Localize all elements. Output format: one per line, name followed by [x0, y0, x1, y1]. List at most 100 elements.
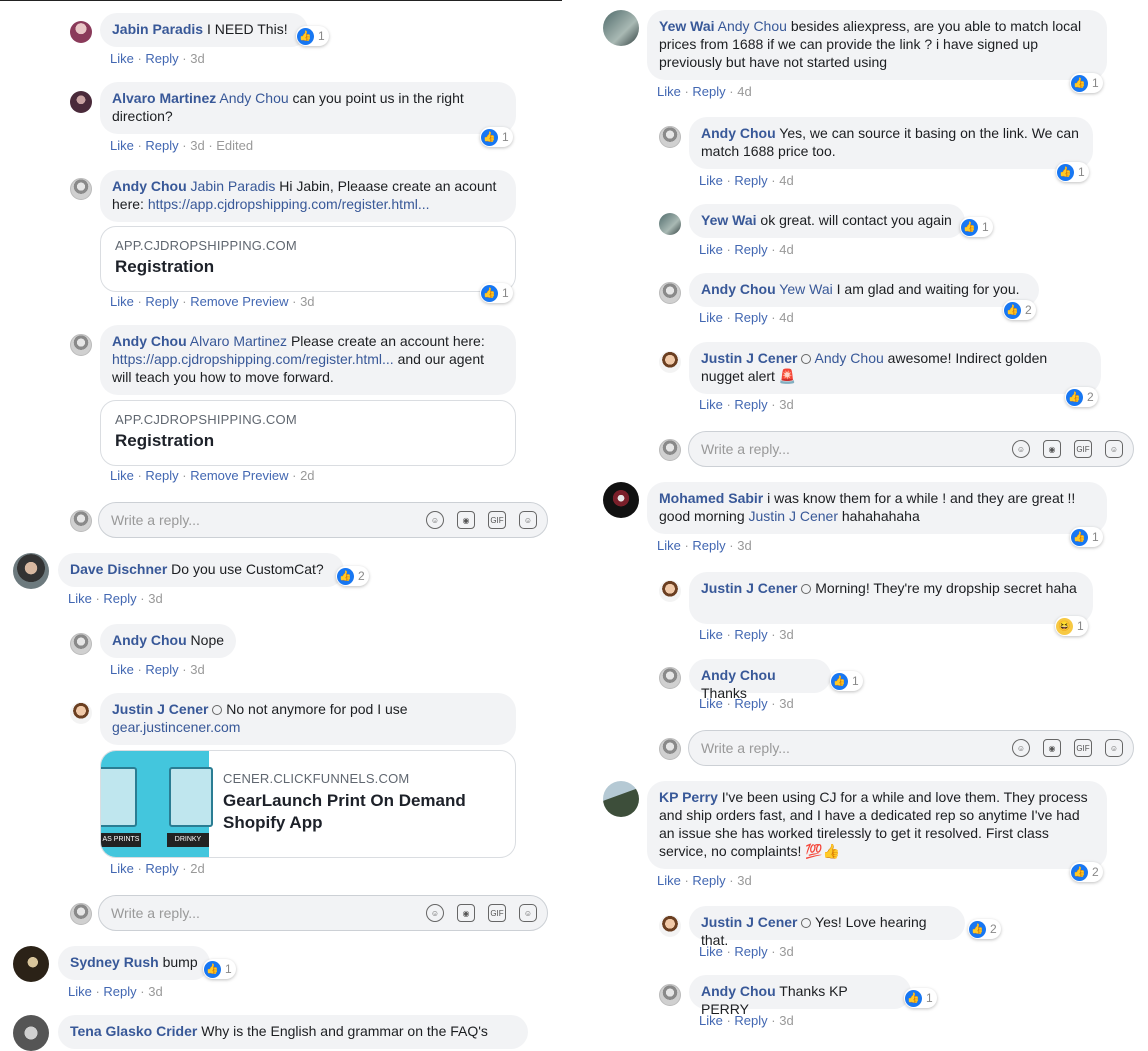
reply-link[interactable]: Reply: [692, 538, 725, 553]
link-preview[interactable]: APP.CJDROPSHIPPING.COM Registration: [100, 226, 516, 292]
avatar[interactable]: [659, 213, 681, 235]
timestamp[interactable]: 3d: [779, 1013, 793, 1028]
avatar[interactable]: [70, 21, 92, 43]
author-name[interactable]: Alvaro Martinez: [112, 90, 216, 106]
avatar[interactable]: [659, 580, 681, 602]
reaction-count[interactable]: 👍 1: [830, 671, 863, 691]
reply-input[interactable]: Write a reply... ☺ ◉ GIF ☺: [98, 502, 548, 538]
like-link[interactable]: Like: [657, 873, 681, 888]
reply-link[interactable]: Reply: [145, 468, 178, 483]
gif-icon[interactable]: GIF: [1074, 440, 1092, 458]
like-link[interactable]: Like: [699, 397, 723, 412]
like-link[interactable]: Like: [699, 173, 723, 188]
like-link[interactable]: Like: [699, 944, 723, 959]
author-name[interactable]: Justin J Cener: [701, 914, 797, 930]
reaction-count[interactable]: 👍 1: [1056, 162, 1089, 182]
emoji-icon[interactable]: ☺: [426, 904, 444, 922]
author-name[interactable]: Andy Chou: [701, 983, 776, 999]
sticker-icon[interactable]: ☺: [519, 904, 537, 922]
reply-input[interactable]: Write a reply... ☺ ◉ GIF ☺: [98, 895, 548, 931]
reaction-count[interactable]: 👍 1: [480, 127, 513, 147]
avatar[interactable]: [659, 282, 681, 304]
reaction-count[interactable]: 👍 1: [904, 988, 937, 1008]
timestamp[interactable]: 4d: [779, 310, 793, 325]
reaction-count[interactable]: 👍 1: [960, 217, 993, 237]
reaction-count[interactable]: 👍 1: [1070, 527, 1103, 547]
reply-link[interactable]: Reply: [103, 591, 136, 606]
reply-input[interactable]: Write a reply... ☺ ◉ GIF ☺: [688, 730, 1134, 766]
like-link[interactable]: Like: [699, 310, 723, 325]
remove-preview-link[interactable]: Remove Preview: [190, 468, 288, 483]
like-link[interactable]: Like: [110, 468, 134, 483]
camera-icon[interactable]: ◉: [457, 511, 475, 529]
avatar[interactable]: [659, 915, 681, 937]
reaction-count[interactable]: 👍 2: [1070, 862, 1103, 882]
mention-link[interactable]: Alvaro Martinez: [190, 333, 287, 349]
reply-link[interactable]: Reply: [734, 627, 767, 642]
reply-link[interactable]: Reply: [103, 984, 136, 999]
link-preview[interactable]: APP.CJDROPSHIPPING.COM Registration: [100, 400, 516, 466]
like-link[interactable]: Like: [657, 538, 681, 553]
emoji-icon[interactable]: ☺: [1012, 440, 1030, 458]
avatar[interactable]: [659, 667, 681, 689]
author-name[interactable]: Andy Chou: [701, 125, 776, 141]
reply-input[interactable]: Write a reply... ☺ ◉ GIF ☺: [688, 431, 1134, 467]
emoji-icon[interactable]: ☺: [1012, 739, 1030, 757]
avatar[interactable]: [70, 702, 92, 724]
mention-link[interactable]: Andy Chou: [219, 90, 288, 106]
author-name[interactable]: Mohamed Sabir: [659, 490, 763, 506]
reply-link[interactable]: Reply: [692, 84, 725, 99]
author-name[interactable]: Sydney Rush: [70, 954, 159, 970]
like-link[interactable]: Like: [699, 1013, 723, 1028]
camera-icon[interactable]: ◉: [1043, 440, 1061, 458]
reply-link[interactable]: Reply: [734, 1013, 767, 1028]
timestamp[interactable]: 3d: [148, 591, 162, 606]
avatar[interactable]: [603, 482, 639, 518]
remove-preview-link[interactable]: Remove Preview: [190, 294, 288, 309]
timestamp[interactable]: 3d: [737, 538, 751, 553]
author-name[interactable]: Andy Chou: [112, 333, 187, 349]
reaction-count[interactable]: 👍 2: [336, 566, 369, 586]
avatar[interactable]: [603, 10, 639, 46]
avatar[interactable]: [70, 91, 92, 113]
author-name[interactable]: Yew Wai: [701, 212, 757, 228]
author-name[interactable]: Jabin Paradis: [112, 21, 203, 37]
reaction-count[interactable]: 👍 1: [1070, 73, 1103, 93]
timestamp[interactable]: 4d: [737, 84, 751, 99]
like-link[interactable]: Like: [68, 984, 92, 999]
reply-link[interactable]: Reply: [145, 294, 178, 309]
comment-link[interactable]: gear.justincener.com: [112, 719, 240, 735]
reaction-count[interactable]: 👍 1: [296, 26, 329, 46]
mention-link[interactable]: Andy Chou: [718, 18, 787, 34]
avatar[interactable]: [13, 553, 49, 589]
reply-link[interactable]: Reply: [145, 662, 178, 677]
link-preview[interactable]: AS PRINTS DRINKY CENER.CLICKFUNNELS.COM …: [100, 750, 516, 858]
avatar[interactable]: [603, 781, 639, 817]
like-link[interactable]: Like: [110, 51, 134, 66]
timestamp[interactable]: 3d: [300, 294, 314, 309]
timestamp[interactable]: 3d: [190, 138, 204, 153]
gif-icon[interactable]: GIF: [488, 904, 506, 922]
reply-link[interactable]: Reply: [145, 861, 178, 876]
like-link[interactable]: Like: [699, 627, 723, 642]
comment-link[interactable]: https://app.cjdropshipping.com/register.…: [148, 196, 430, 212]
timestamp[interactable]: 3d: [737, 873, 751, 888]
author-name[interactable]: Yew Wai: [659, 18, 715, 34]
like-link[interactable]: Like: [110, 861, 134, 876]
timestamp[interactable]: 3d: [148, 984, 162, 999]
reply-link[interactable]: Reply: [145, 138, 178, 153]
timestamp[interactable]: 2d: [300, 468, 314, 483]
reply-link[interactable]: Reply: [692, 873, 725, 888]
reaction-count[interactable]: 😆 1: [1055, 616, 1088, 636]
like-link[interactable]: Like: [110, 662, 134, 677]
like-link[interactable]: Like: [699, 242, 723, 257]
gif-icon[interactable]: GIF: [1074, 739, 1092, 757]
like-link[interactable]: Like: [68, 591, 92, 606]
author-name[interactable]: Andy Chou: [701, 281, 776, 297]
author-name[interactable]: Dave Dischner: [70, 561, 167, 577]
sticker-icon[interactable]: ☺: [1105, 739, 1123, 757]
camera-icon[interactable]: ◉: [457, 904, 475, 922]
timestamp[interactable]: 3d: [190, 662, 204, 677]
mention-link[interactable]: Andy Chou: [815, 350, 884, 366]
like-link[interactable]: Like: [110, 138, 134, 153]
